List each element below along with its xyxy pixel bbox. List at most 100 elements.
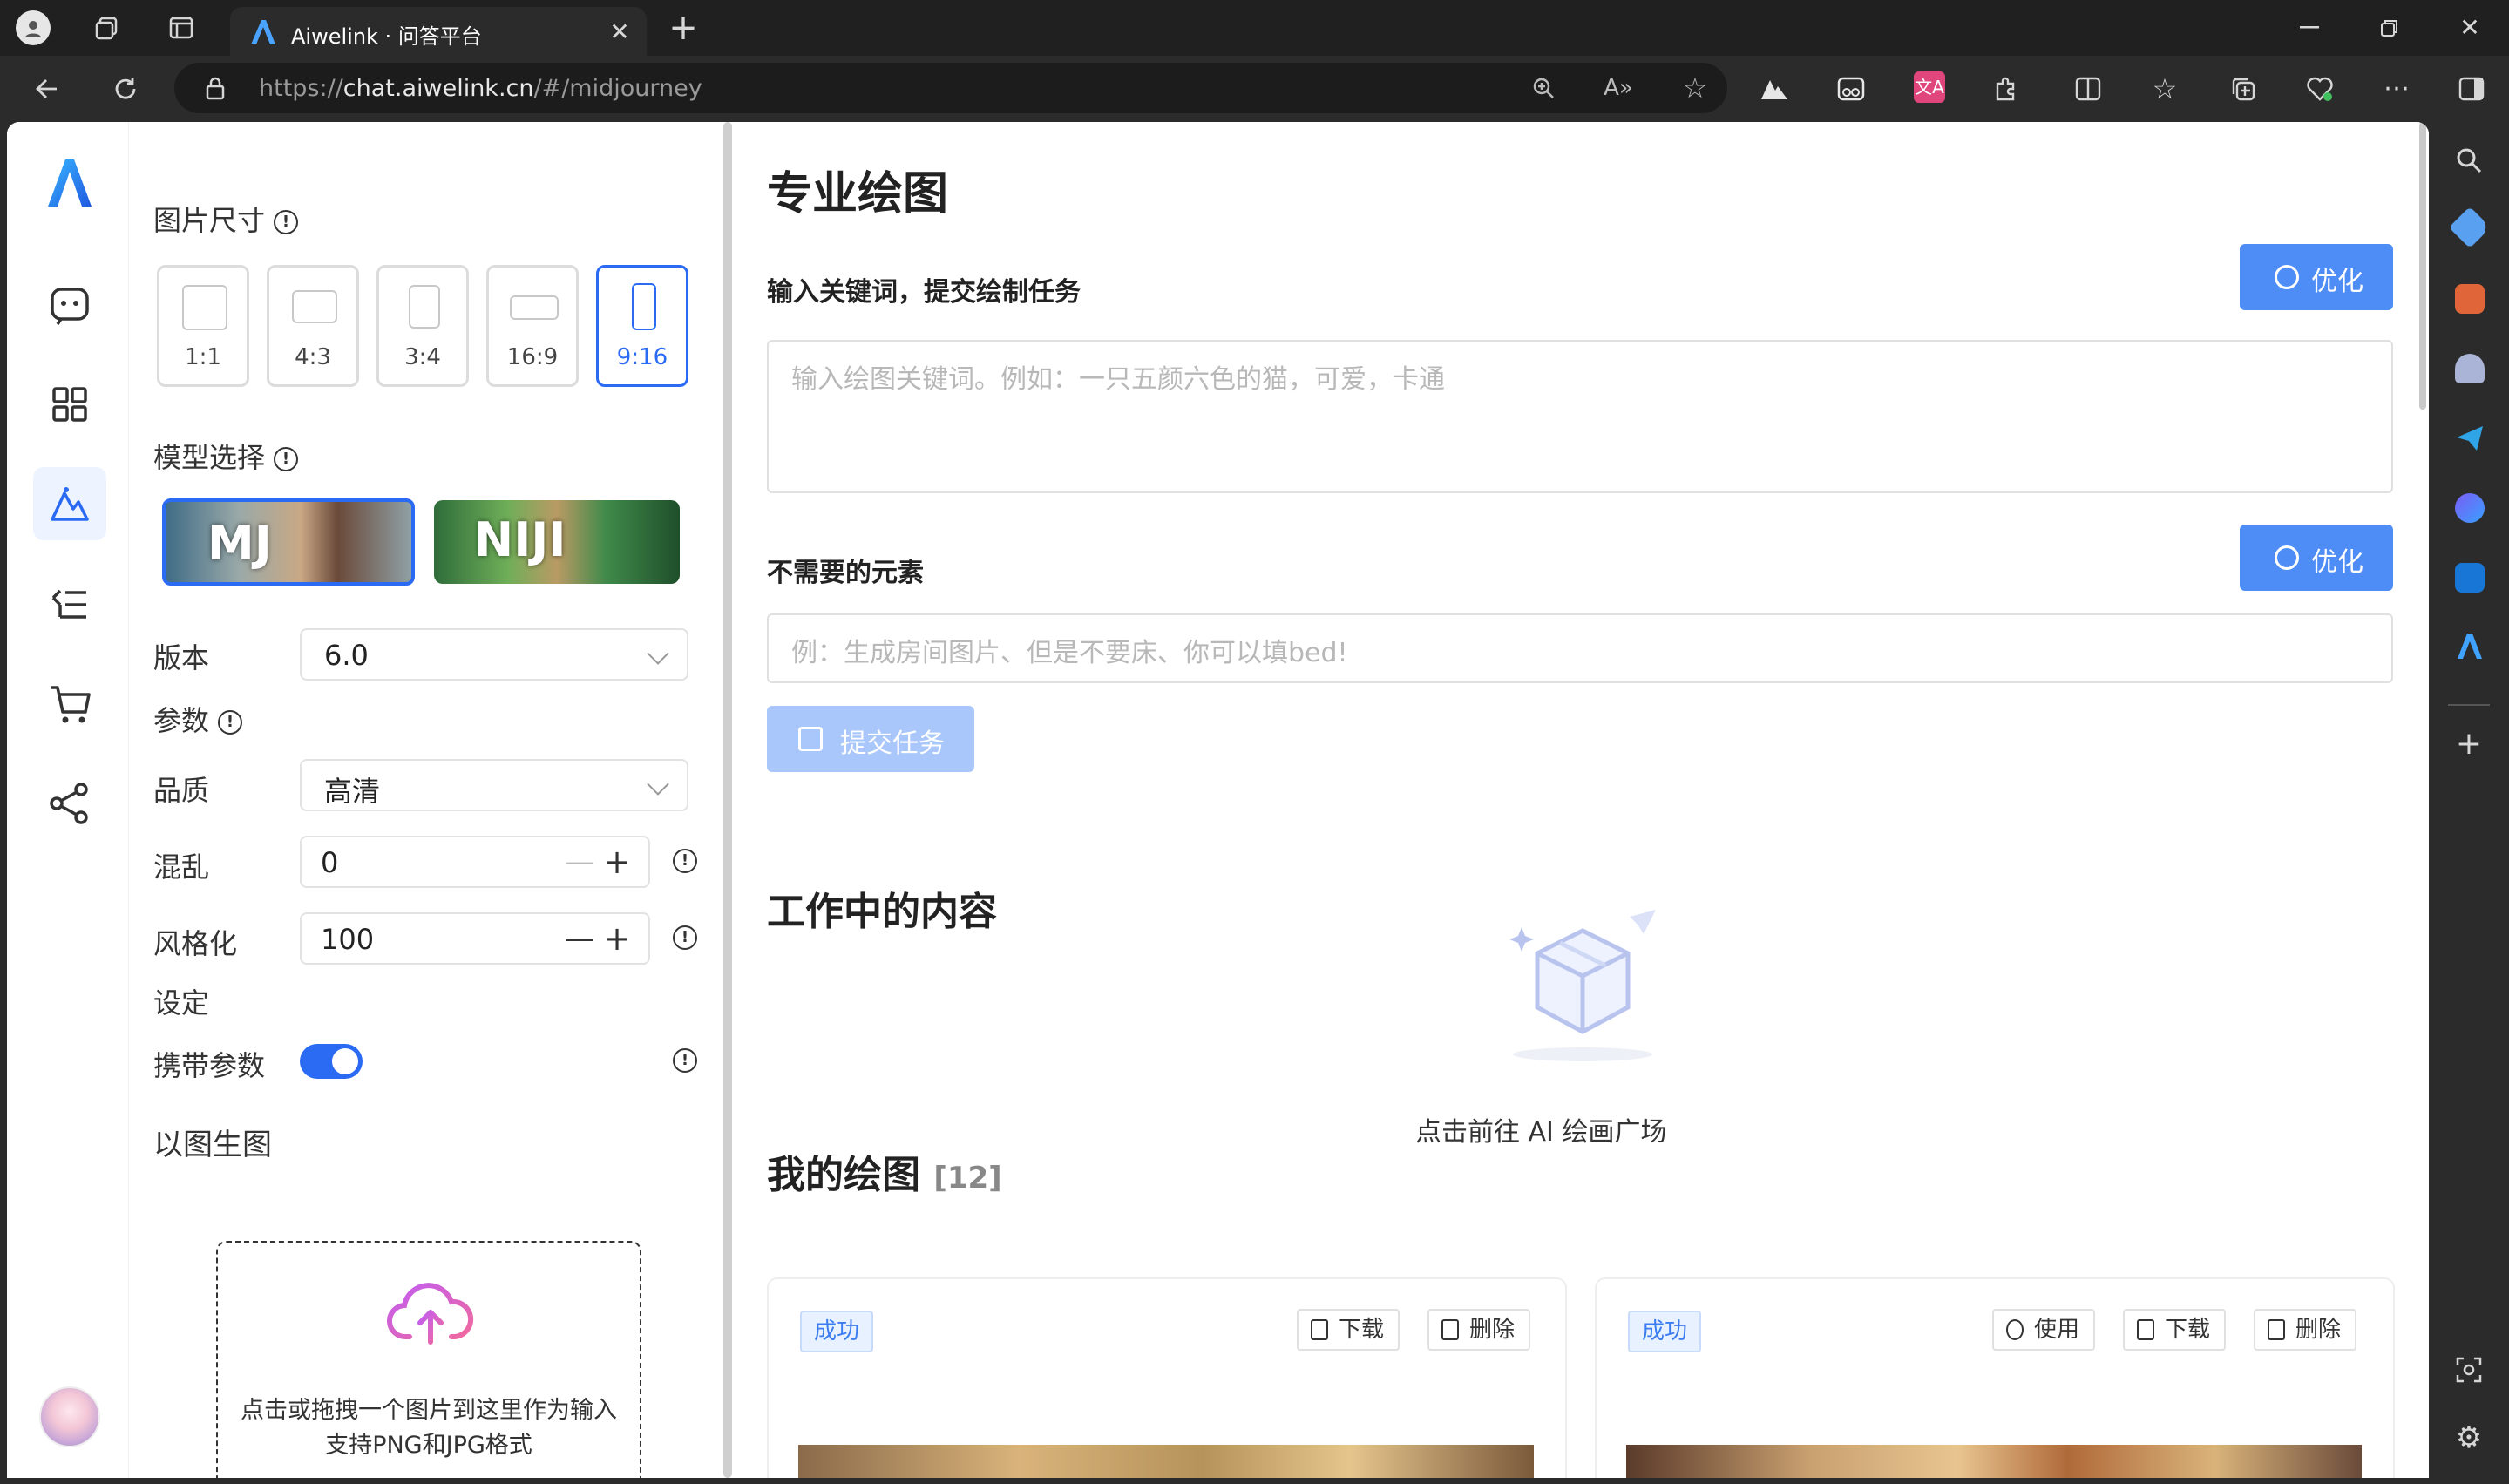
stylize-info-icon[interactable]: !: [673, 925, 697, 950]
info-icon[interactable]: !: [274, 210, 299, 234]
quality-select[interactable]: 高清: [300, 759, 688, 811]
model-option-mj[interactable]: MJ: [162, 498, 415, 586]
restore-icon[interactable]: [2372, 12, 2407, 44]
url-path: /#/midjourney: [533, 75, 702, 102]
increment-button[interactable]: +: [603, 843, 631, 881]
ratio-option-9-16[interactable]: 9:16: [596, 265, 688, 387]
drawing-thumbnail[interactable]: [1626, 1445, 2362, 1478]
shopping-tag-icon[interactable]: [2448, 206, 2492, 249]
ratio-wide-icon: [510, 295, 559, 320]
lock-icon[interactable]: [202, 75, 228, 101]
decrement-button[interactable]: —: [565, 844, 594, 879]
model-select-label: 模型选择!: [153, 436, 299, 476]
ai-gallery-link[interactable]: 点击前往 AI 绘画广场: [1415, 1110, 1666, 1149]
model-label: NIJI: [474, 512, 566, 567]
tasks-nav-icon[interactable]: [33, 568, 106, 641]
extension-mountain-icon[interactable]: [1759, 73, 1790, 105]
version-select[interactable]: 6.0: [300, 628, 688, 681]
profile-icon[interactable]: [16, 10, 51, 45]
zoom-icon[interactable]: [1529, 73, 1558, 103]
upload-format-hint: 支持PNG和JPG格式: [325, 1432, 532, 1459]
chaos-value[interactable]: 0: [321, 846, 338, 879]
apps-nav-icon[interactable]: [33, 368, 106, 441]
use-button[interactable]: 使用: [1992, 1309, 2096, 1351]
send-icon[interactable]: [2455, 424, 2485, 453]
negative-prompt-label: 不需要的元素: [767, 558, 924, 588]
config-label: 设定: [153, 986, 210, 1020]
download-button[interactable]: 下载: [2123, 1309, 2227, 1351]
shop-cart-icon[interactable]: [33, 667, 106, 741]
collections-icon[interactable]: [2228, 73, 2259, 105]
read-aloud-icon[interactable]: A»: [1604, 73, 1633, 103]
info-icon[interactable]: !: [218, 710, 243, 735]
optimize-negative-button[interactable]: 优化: [2240, 525, 2393, 591]
url-text[interactable]: https://chat.aiwelink.cn/#/midjourney: [259, 75, 702, 102]
chaos-info-icon[interactable]: !: [673, 849, 697, 873]
chaos-label: 混乱: [153, 850, 210, 884]
optimize-prompt-button[interactable]: 优化: [2240, 244, 2393, 310]
split-screen-icon[interactable]: [2072, 73, 2104, 105]
share-nav-icon[interactable]: [33, 767, 106, 840]
refresh-icon[interactable]: [108, 71, 143, 106]
main-scrollbar[interactable]: [2419, 122, 2426, 410]
ratio-option-16-9[interactable]: 16:9: [486, 265, 579, 387]
settings-gear-icon[interactable]: ⚙: [2451, 1420, 2486, 1455]
aiwelink-sidebar-icon[interactable]: [2455, 631, 2485, 661]
stylize-stepper[interactable]: 100 — +: [300, 912, 650, 965]
close-window-icon[interactable]: ✕: [2452, 12, 2487, 44]
copilot-icon[interactable]: [2455, 493, 2485, 523]
carry-params-info-icon[interactable]: !: [673, 1048, 697, 1073]
tab-actions-icon[interactable]: [164, 12, 199, 44]
screenshot-icon[interactable]: [2451, 1352, 2486, 1387]
submit-task-button[interactable]: 提交任务: [767, 706, 974, 772]
tools-icon[interactable]: [2455, 284, 2485, 314]
search-icon[interactable]: [2451, 143, 2486, 178]
more-icon[interactable]: ⋯: [2381, 73, 2412, 105]
settings-scrollbar[interactable]: [723, 122, 732, 1478]
address-bar[interactable]: https://chat.aiwelink.cn/#/midjourney A»…: [174, 63, 1727, 113]
sidebar-toggle-icon[interactable]: [2456, 73, 2487, 105]
minimize-icon[interactable]: [2292, 12, 2327, 44]
drawing-nav-icon[interactable]: [33, 467, 106, 540]
favorites-icon[interactable]: ☆: [2149, 73, 2180, 105]
new-tab-icon[interactable]: +: [666, 10, 701, 45]
stylize-value[interactable]: 100: [321, 923, 374, 956]
active-tab[interactable]: Aiwelink · 问答平台 ✕: [230, 7, 647, 56]
extension-translate-icon[interactable]: 文A: [1914, 71, 1945, 103]
chevron-down-icon: [647, 642, 669, 665]
app-logo[interactable]: [33, 146, 106, 220]
add-sidebar-app-icon[interactable]: +: [2451, 727, 2486, 762]
games-icon[interactable]: [2455, 354, 2485, 383]
info-icon[interactable]: !: [274, 447, 299, 471]
chat-nav-icon[interactable]: [33, 268, 106, 342]
image-upload-dropzone[interactable]: 点击或拖拽一个图片到这里作为输入 支持PNG和JPG格式: [216, 1241, 641, 1478]
carry-params-toggle[interactable]: [300, 1044, 363, 1079]
delete-button[interactable]: 删除: [1427, 1309, 1531, 1351]
extensions-icon[interactable]: [1990, 73, 2022, 105]
back-icon[interactable]: [30, 71, 64, 106]
decrement-button[interactable]: —: [565, 921, 594, 956]
close-tab-icon[interactable]: ✕: [605, 17, 634, 47]
outlook-icon[interactable]: [2455, 563, 2485, 593]
model-option-niji[interactable]: NIJI: [434, 500, 680, 584]
browser-essentials-icon[interactable]: [2304, 73, 2336, 105]
params-label: 参数!: [153, 699, 243, 739]
delete-button[interactable]: 删除: [2254, 1309, 2357, 1351]
user-avatar[interactable]: [33, 1380, 106, 1454]
drawings-count: [12]: [933, 1161, 1002, 1196]
increment-button[interactable]: +: [603, 919, 631, 958]
prompt-input[interactable]: 输入绘图关键词。例如：一只五颜六色的猫，可爱，卡通: [767, 340, 2393, 493]
app-nav-sidebar: [7, 122, 129, 1478]
drawing-thumbnail[interactable]: [798, 1445, 1534, 1478]
cloud-upload-icon: [387, 1277, 474, 1347]
ratio-option-4-3[interactable]: 4:3: [267, 265, 359, 387]
workspaces-icon[interactable]: [91, 12, 125, 44]
extension-glasses-icon[interactable]: [1835, 73, 1867, 105]
chaos-stepper[interactable]: 0 — +: [300, 836, 650, 888]
favorite-icon[interactable]: ☆: [1680, 73, 1710, 103]
ratio-option-3-4[interactable]: 3:4: [376, 265, 469, 387]
download-button[interactable]: 下载: [1297, 1309, 1400, 1351]
negative-prompt-input[interactable]: 例：生成房间图片、但是不要床、你可以填bed!: [767, 613, 2393, 683]
ratio-landscape-icon: [292, 290, 337, 323]
ratio-option-1-1[interactable]: 1:1: [157, 265, 249, 387]
